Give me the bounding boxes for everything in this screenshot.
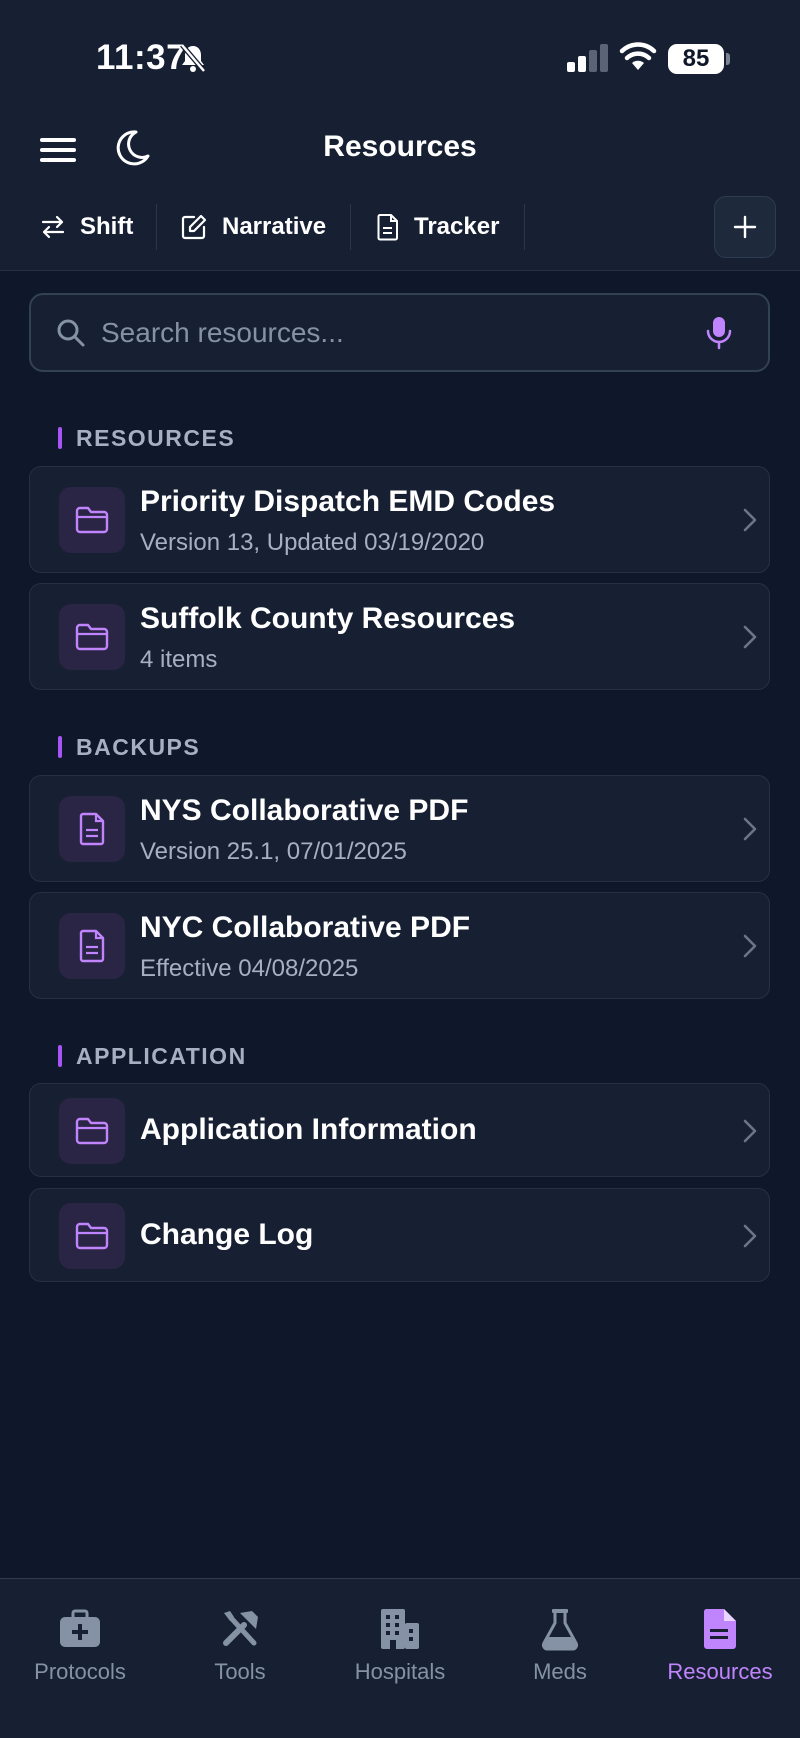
- battery-indicator: 85: [668, 44, 724, 74]
- flask-icon: [538, 1607, 582, 1651]
- item-title: NYS Collaborative PDF: [140, 794, 469, 827]
- tab-label: Tools: [214, 1659, 266, 1684]
- item-title: Priority Dispatch EMD Codes: [140, 485, 556, 518]
- chevron-right-icon: [743, 934, 757, 958]
- item-subtitle: 4 items: [140, 646, 218, 673]
- tab-resources[interactable]: Resources: [640, 1607, 800, 1697]
- card-icon-badge: [59, 1098, 125, 1164]
- section-header-backups: BACKUPS: [58, 732, 200, 762]
- narrative-label: Narrative: [222, 213, 327, 240]
- toolbar-divider: [350, 204, 351, 250]
- item-title: NYC Collaborative PDF: [140, 911, 471, 944]
- section-accent-bar: [58, 427, 62, 449]
- shift-button[interactable]: Shift: [40, 204, 133, 250]
- card-icon-badge: [59, 604, 125, 670]
- folder-icon: [75, 1117, 109, 1145]
- folder-icon: [75, 506, 109, 534]
- folder-icon: [75, 623, 109, 651]
- item-title: Application Information: [140, 1113, 477, 1146]
- list-item-application-information[interactable]: Application Information: [29, 1083, 770, 1177]
- document-icon: [377, 214, 398, 241]
- search-input[interactable]: [101, 295, 691, 370]
- wifi-icon: [619, 42, 657, 70]
- item-title: Suffolk County Resources: [140, 602, 516, 635]
- section-header-resources: RESOURCES: [58, 423, 235, 453]
- chevron-right-icon: [743, 1224, 757, 1248]
- item-subtitle: Version 25.1, 07/01/2025: [140, 838, 407, 865]
- narrative-button[interactable]: Narrative: [180, 204, 326, 250]
- building-icon: [378, 1607, 422, 1651]
- bell-slash-icon: [180, 43, 206, 73]
- section-label: APPLICATION: [76, 1042, 247, 1069]
- card-icon-badge: [59, 796, 125, 862]
- document-icon: [79, 929, 105, 963]
- chevron-right-icon: [743, 1119, 757, 1143]
- chevron-right-icon: [743, 508, 757, 532]
- tab-hospitals[interactable]: Hospitals: [320, 1607, 480, 1697]
- quick-toolbar: Shift Narrative Tracker: [0, 196, 800, 258]
- tab-tools[interactable]: Tools: [160, 1607, 320, 1697]
- list-item-nyc-collaborative[interactable]: NYC Collaborative PDF Effective 04/08/20…: [29, 892, 770, 999]
- card-icon-badge: [59, 913, 125, 979]
- tab-protocols[interactable]: Protocols: [0, 1607, 160, 1697]
- document-icon: [79, 812, 105, 846]
- top-header-region: 11:37 85 Resources Shift Narrative Track…: [0, 0, 800, 271]
- battery-cap: [726, 53, 730, 65]
- search-bar: [29, 293, 770, 372]
- item-subtitle: Version 13, Updated 03/19/2020: [140, 529, 485, 556]
- chevron-right-icon: [743, 625, 757, 649]
- nav-bar: Resources: [0, 110, 800, 190]
- section-accent-bar: [58, 1045, 62, 1067]
- item-title: Change Log: [140, 1218, 314, 1251]
- page-title: Resources: [323, 130, 477, 163]
- tracker-label: Tracker: [414, 213, 500, 240]
- plus-icon: [733, 215, 757, 239]
- swap-arrows-icon: [41, 215, 65, 239]
- card-icon-badge: [59, 1203, 125, 1269]
- section-label: RESOURCES: [76, 424, 236, 451]
- cellular-signal-icon: [567, 44, 608, 72]
- card-icon-badge: [59, 487, 125, 553]
- status-bar: 11:37 85: [0, 0, 800, 100]
- tab-meds[interactable]: Meds: [480, 1607, 640, 1697]
- medkit-icon: [58, 1607, 102, 1651]
- tab-label: Meds: [533, 1659, 587, 1684]
- document-icon: [698, 1607, 742, 1651]
- list-item-change-log[interactable]: Change Log: [29, 1188, 770, 1282]
- tab-label: Hospitals: [354, 1659, 446, 1684]
- tracker-button[interactable]: Tracker: [376, 204, 499, 250]
- toolbar-divider: [156, 204, 157, 250]
- app-root: 11:37 85 Resources Shift Narrative Track…: [0, 0, 800, 1738]
- folder-icon: [75, 1222, 109, 1250]
- add-button[interactable]: [714, 196, 776, 258]
- section-accent-bar: [58, 736, 62, 758]
- list-item-suffolk-county[interactable]: Suffolk County Resources 4 items: [29, 583, 770, 690]
- toolbar-divider: [524, 204, 525, 250]
- tab-label: Resources: [667, 1659, 773, 1684]
- section-label: BACKUPS: [76, 733, 201, 760]
- shift-label: Shift: [80, 213, 134, 240]
- bottom-tab-bar: Protocols Tools Hospitals Meds Resources: [0, 1578, 800, 1738]
- section-header-application: APPLICATION: [58, 1041, 247, 1071]
- status-time: 11:37: [96, 38, 187, 77]
- item-subtitle: Effective 04/08/2025: [140, 955, 359, 982]
- tools-icon: [218, 1607, 262, 1651]
- microphone-icon[interactable]: [705, 315, 733, 351]
- list-item-priority-dispatch[interactable]: Priority Dispatch EMD Codes Version 13, …: [29, 466, 770, 573]
- tab-label: Protocols: [34, 1659, 126, 1684]
- search-icon: [57, 319, 85, 347]
- edit-square-icon: [181, 214, 207, 240]
- chevron-right-icon: [743, 817, 757, 841]
- list-item-nys-collaborative[interactable]: NYS Collaborative PDF Version 25.1, 07/0…: [29, 775, 770, 882]
